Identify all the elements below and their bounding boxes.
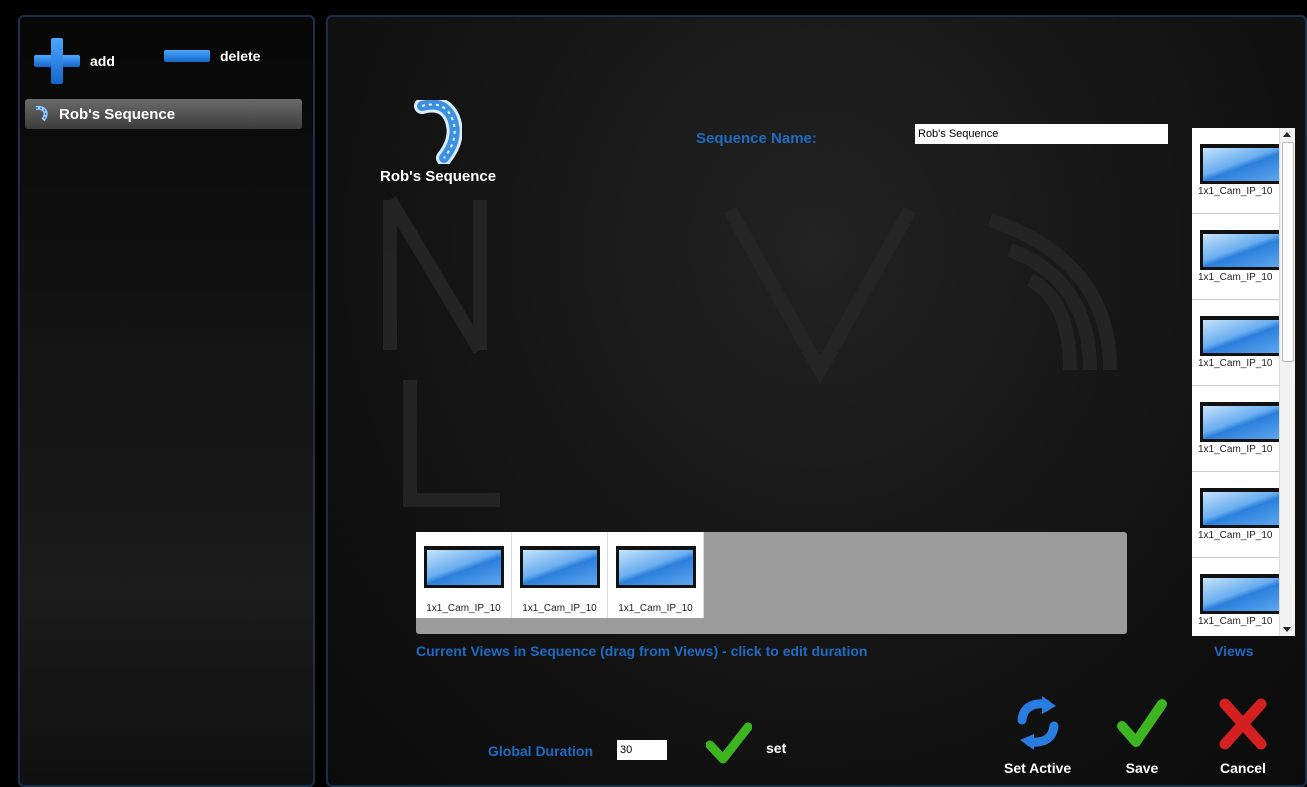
monitor-icon — [1200, 574, 1282, 614]
save-button[interactable]: Save — [1116, 694, 1168, 776]
view-label: 1x1_Cam_IP_10 — [1198, 616, 1273, 627]
view-label: 1x1_Cam_IP_10 — [1198, 186, 1273, 197]
sequence-list-panel — [18, 15, 315, 787]
sidebar-item-label: Rob's Sequence — [59, 105, 176, 123]
delete-button[interactable]: delete — [164, 48, 260, 64]
current-view-tile[interactable]: 1x1_Cam_IP_10 — [512, 532, 608, 618]
sequence-name-label: Sequence Name: — [696, 130, 817, 147]
scroll-thumb[interactable] — [1282, 142, 1294, 362]
plus-icon — [34, 38, 80, 84]
current-view-tile[interactable]: 1x1_Cam_IP_10 — [416, 532, 512, 618]
film-strip-icon — [414, 100, 462, 164]
view-label: 1x1_Cam_IP_10 — [1198, 444, 1273, 455]
views-list-item[interactable]: 1x1_Cam_IP_10 — [1192, 558, 1282, 636]
views-list-item[interactable]: 1x1_Cam_IP_10 — [1192, 128, 1282, 214]
views-list-item[interactable]: 1x1_Cam_IP_10 — [1192, 300, 1282, 386]
view-label: 1x1_Cam_IP_10 — [426, 603, 501, 614]
monitor-icon — [1200, 402, 1282, 442]
monitor-icon — [1200, 144, 1282, 184]
refresh-icon — [1017, 696, 1059, 750]
monitor-icon — [1200, 488, 1282, 528]
checkmark-icon — [706, 722, 752, 764]
scroll-down-icon[interactable] — [1283, 627, 1291, 632]
monitor-icon — [1200, 230, 1282, 270]
sidebar-item-sequence[interactable]: Rob's Sequence — [25, 99, 302, 129]
checkmark-icon — [1117, 699, 1167, 747]
current-view-tile[interactable]: 1x1_Cam_IP_10 — [608, 532, 704, 618]
set-active-button[interactable]: Set Active — [1004, 694, 1071, 776]
views-list-item[interactable]: 1x1_Cam_IP_10 — [1192, 386, 1282, 472]
set-active-label: Set Active — [1004, 760, 1072, 776]
current-views-caption: Current Views in Sequence (drag from Vie… — [416, 643, 868, 659]
views-list[interactable]: 1x1_Cam_IP_10 1x1_Cam_IP_10 1x1_Cam_IP_1… — [1192, 128, 1295, 636]
views-list-item[interactable]: 1x1_Cam_IP_10 — [1192, 214, 1282, 300]
view-label: 1x1_Cam_IP_10 — [1198, 358, 1273, 369]
monitor-icon — [520, 546, 600, 588]
film-reel-icon — [35, 106, 48, 122]
global-duration-label: Global Duration — [488, 743, 593, 759]
set-label: set — [766, 740, 787, 756]
minus-icon — [164, 50, 210, 62]
views-scrollbar[interactable] — [1279, 128, 1295, 636]
add-label: add — [90, 53, 115, 69]
set-duration-button[interactable]: set — [706, 718, 806, 768]
sequence-title: Rob's Sequence — [380, 168, 497, 185]
sequence-name-input[interactable] — [915, 124, 1168, 144]
monitor-icon — [616, 546, 696, 588]
views-caption: Views — [1214, 643, 1254, 659]
close-icon — [1219, 698, 1267, 750]
view-label: 1x1_Cam_IP_10 — [1198, 530, 1273, 541]
global-duration-input[interactable] — [617, 740, 667, 760]
add-button[interactable]: add — [34, 38, 115, 84]
current-views-dropzone[interactable]: 1x1_Cam_IP_10 1x1_Cam_IP_10 1x1_Cam_IP_1… — [416, 532, 1127, 634]
monitor-icon — [424, 546, 504, 588]
monitor-icon — [1200, 316, 1282, 356]
views-list-item[interactable]: 1x1_Cam_IP_10 — [1192, 472, 1282, 558]
save-label: Save — [1125, 760, 1159, 776]
delete-label: delete — [220, 48, 261, 64]
cancel-label: Cancel — [1220, 760, 1266, 776]
view-label: 1x1_Cam_IP_10 — [522, 603, 597, 614]
view-label: 1x1_Cam_IP_10 — [1198, 272, 1273, 283]
scroll-up-icon[interactable] — [1283, 132, 1291, 137]
view-label: 1x1_Cam_IP_10 — [618, 603, 693, 614]
cancel-button[interactable]: Cancel — [1217, 694, 1269, 776]
